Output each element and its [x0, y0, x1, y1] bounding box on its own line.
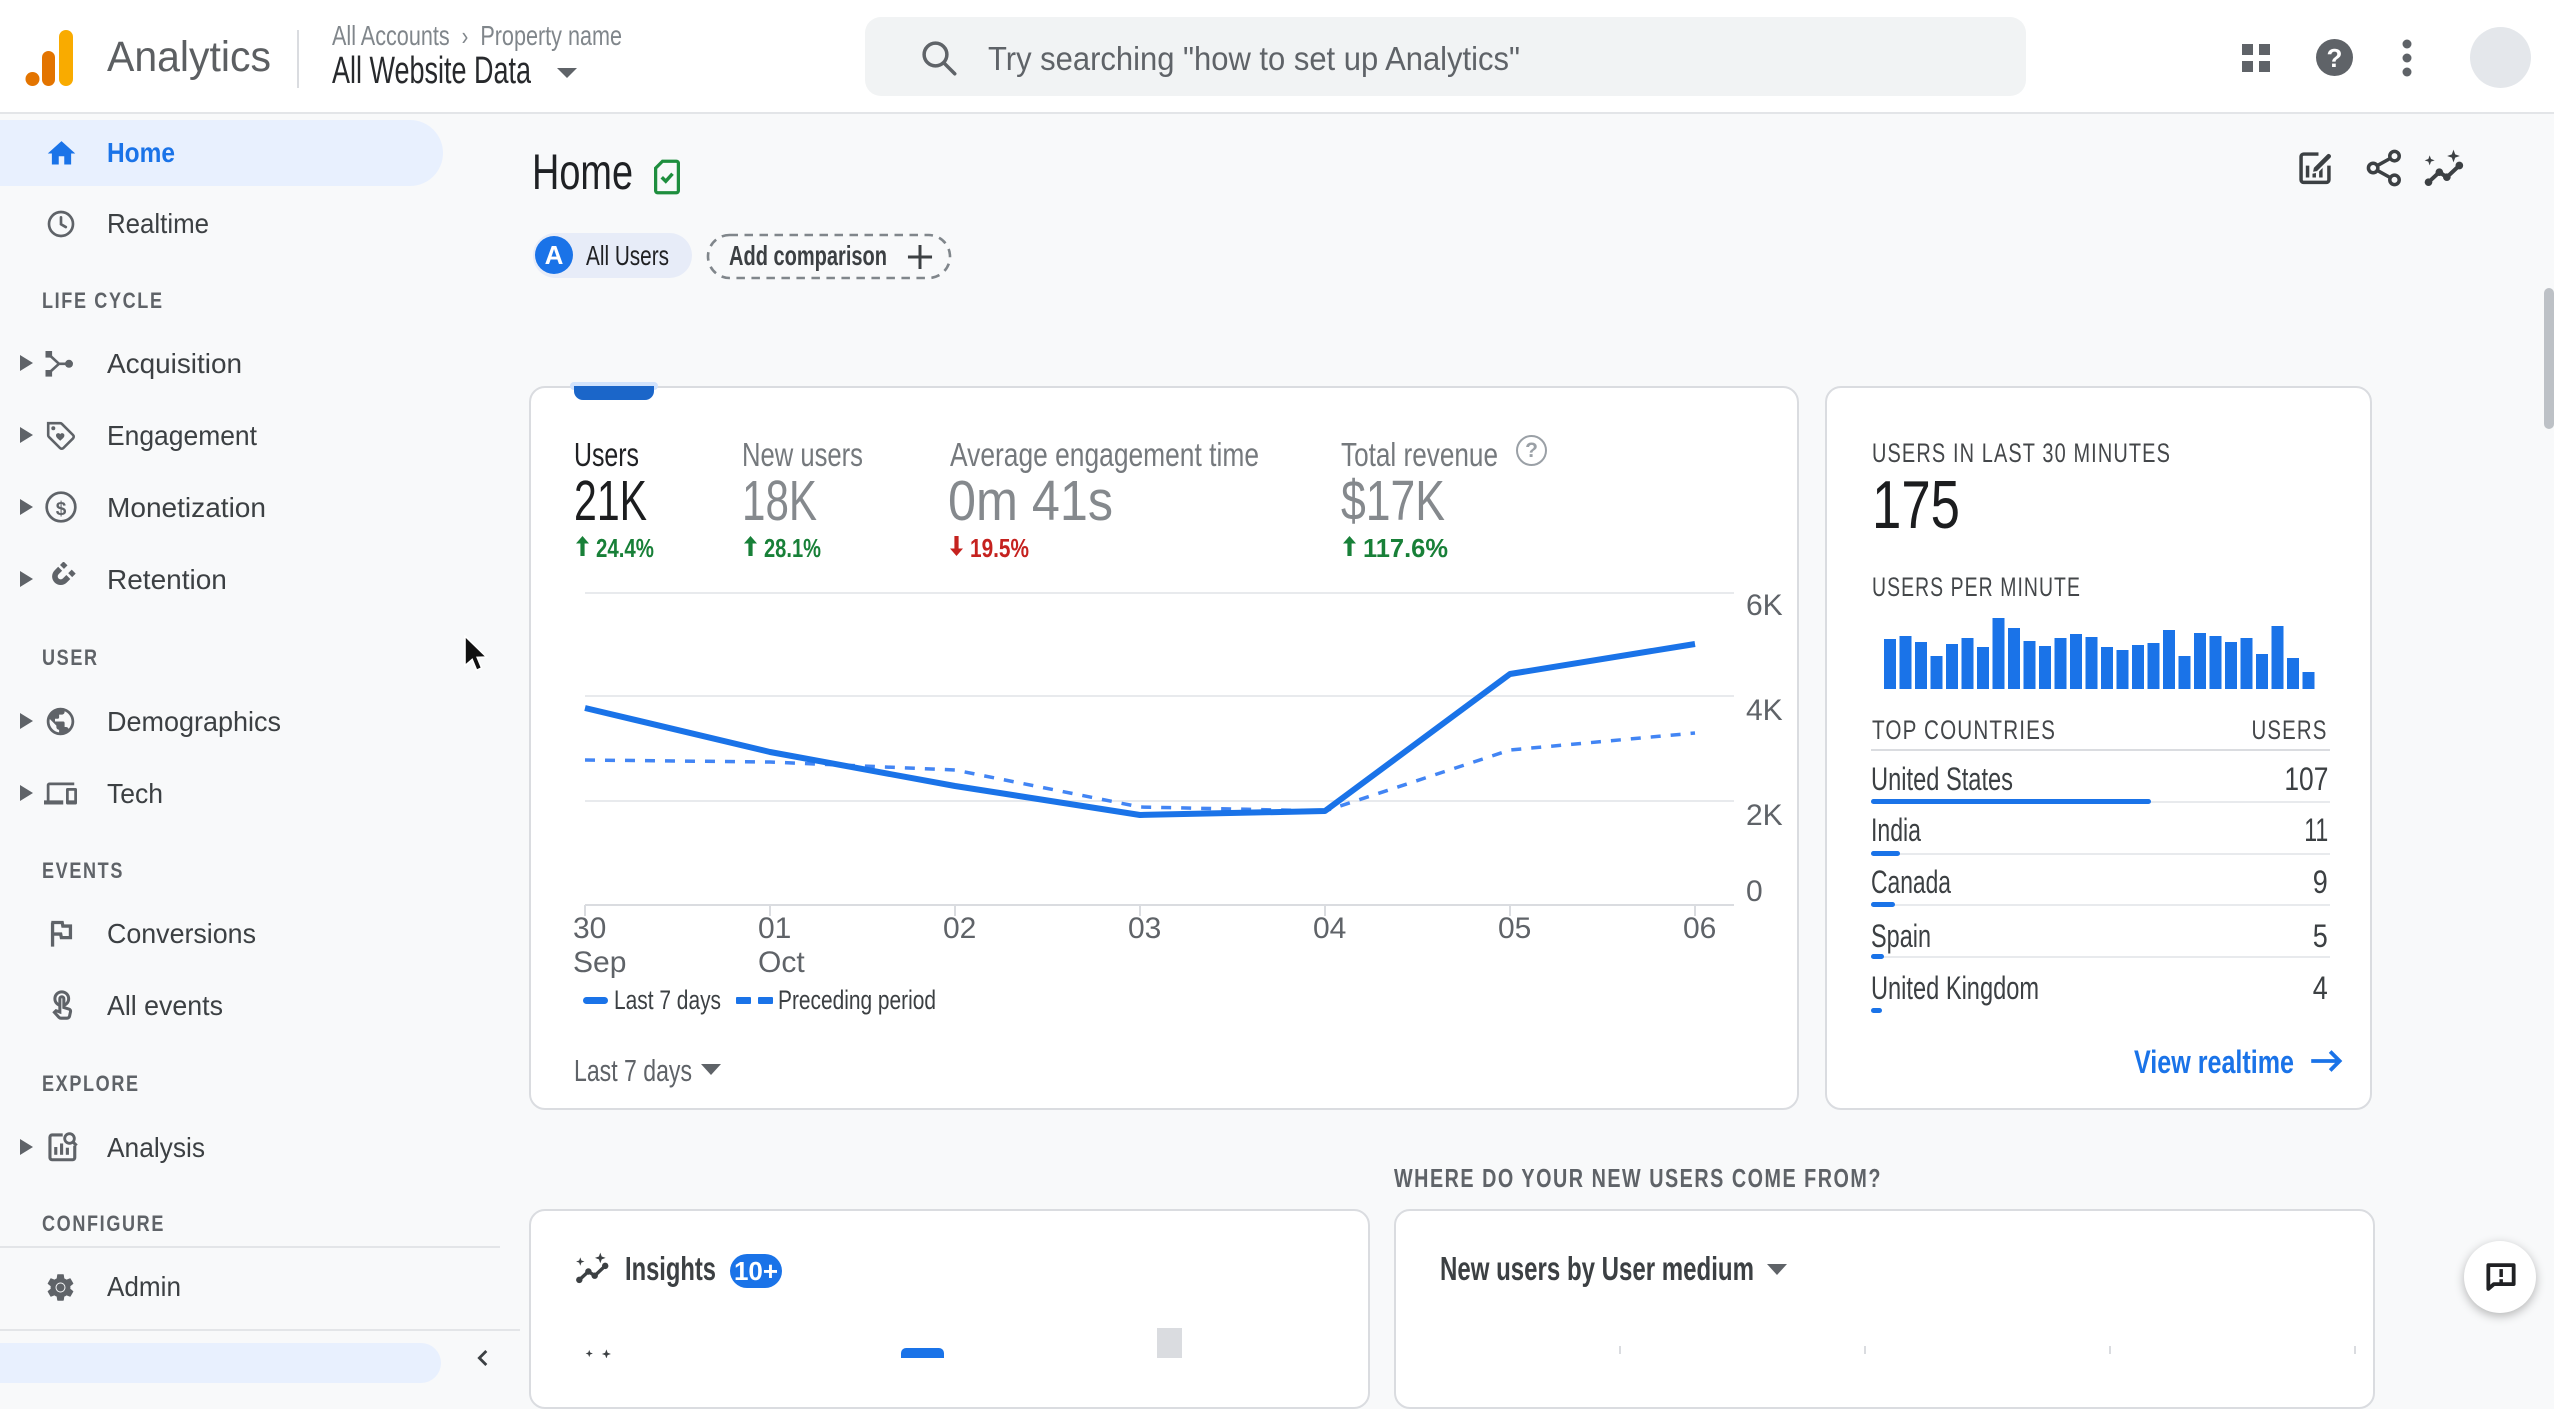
- svg-text:0: 0: [1746, 875, 1763, 908]
- svg-text:02: 02: [943, 912, 976, 945]
- svg-text:4K: 4K: [1746, 694, 1783, 727]
- svg-text:2K: 2K: [1746, 799, 1783, 832]
- svg-text:Last 7 days: Last 7 days: [614, 985, 721, 1015]
- svg-text:$: $: [56, 499, 67, 520]
- svg-text:30: 30: [573, 912, 606, 945]
- svg-text:Oct: Oct: [758, 946, 805, 979]
- svg-text:05: 05: [1498, 912, 1531, 945]
- svg-text:6K: 6K: [1746, 589, 1783, 622]
- svg-text:04: 04: [1313, 912, 1346, 945]
- svg-text:01: 01: [758, 912, 791, 945]
- svg-text:06: 06: [1683, 912, 1716, 945]
- svg-text:Sep: Sep: [573, 946, 626, 979]
- svg-text:03: 03: [1128, 912, 1161, 945]
- svg-text:Preceding period: Preceding period: [778, 985, 936, 1015]
